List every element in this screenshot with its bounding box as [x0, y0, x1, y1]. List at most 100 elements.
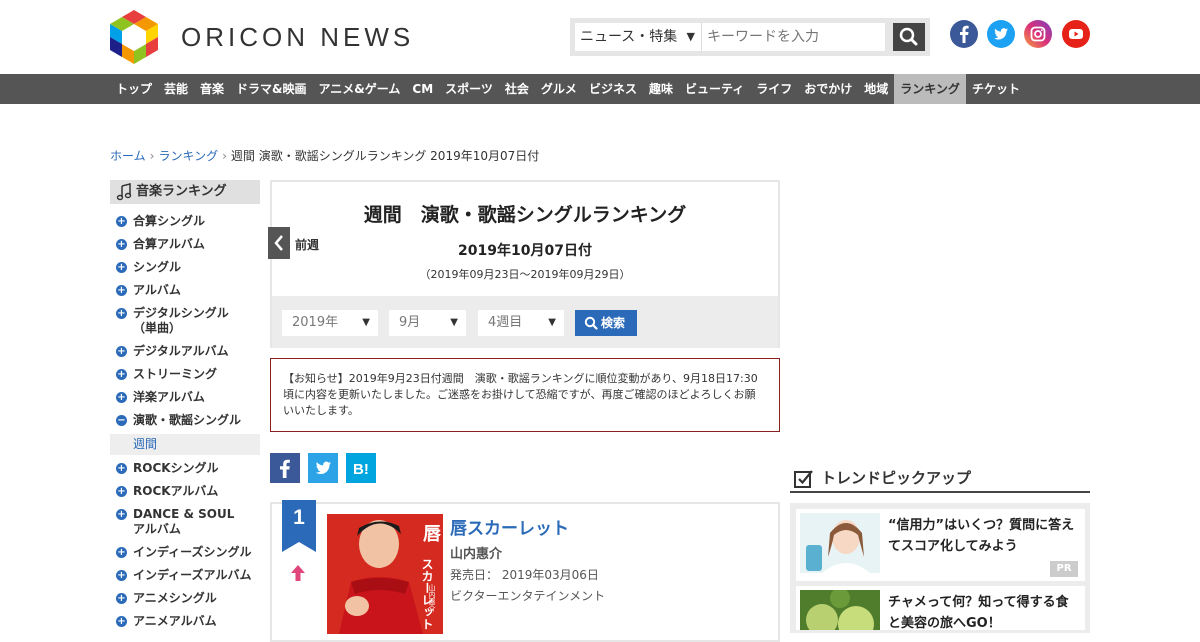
nav-item[interactable]: 趣味: [643, 74, 679, 104]
sidebar-item[interactable]: + デジタルアルバム: [110, 344, 260, 359]
nav-item[interactable]: ビジネス: [583, 74, 643, 104]
search-input[interactable]: [701, 23, 885, 51]
nav-item[interactable]: ランキング: [894, 74, 966, 104]
sidebar-item-label: アニメアルバム: [133, 614, 217, 628]
sidebar-item-label: アルバム: [133, 283, 181, 297]
checkbox-pen-icon: [794, 470, 813, 488]
release-date: 発売日： 2019年03月06日: [450, 568, 599, 582]
sidebar-item-label: インディーズシングル: [133, 545, 252, 559]
plus-circle-icon: +: [116, 486, 127, 497]
facebook-share-icon: [270, 453, 300, 483]
ranking-search-button[interactable]: 検索: [575, 310, 637, 336]
plus-circle-icon: +: [116, 239, 127, 250]
artist-name[interactable]: 山内惠介: [450, 543, 502, 562]
trend-item[interactable]: “信用力”はいくつ？質問に答えてスコア化してみよう PR: [796, 509, 1085, 581]
sidebar-item-label: ストリーミング: [133, 367, 218, 381]
nav-item[interactable]: スポーツ: [439, 74, 499, 104]
nav-item[interactable]: 芸能: [158, 74, 194, 104]
nav-item[interactable]: ライフ: [750, 74, 798, 104]
nav-item[interactable]: 社会: [499, 74, 535, 104]
ranking-header: 週間 演歌・歌謡シングルランキング 2019年10月07日付 （2019年09月…: [268, 180, 780, 348]
search-category-label: ニュース・特集: [580, 29, 678, 45]
search-icon: [899, 27, 918, 46]
sidebar-item[interactable]: + 合算シングル: [110, 214, 260, 229]
nav-item[interactable]: グルメ: [535, 74, 583, 104]
sidebar-item[interactable]: + デジタルシングル （単曲）: [110, 306, 260, 336]
sidebar-item[interactable]: + アニメアルバム: [110, 614, 260, 629]
notice-box: 【お知らせ】2019年9月23日付週間 演歌・歌謡ランキングに順位変動があり、9…: [270, 358, 780, 432]
year-select[interactable]: 2019年 ▼: [282, 310, 378, 336]
plus-circle-icon: +: [116, 285, 127, 296]
plus-circle-icon: +: [116, 369, 127, 380]
song-title-link[interactable]: 唇スカーレット: [450, 514, 569, 539]
sidebar-item[interactable]: + ストリーミング: [110, 367, 260, 382]
album-jacket-image[interactable]: 唇 スカーレット 山内惠介: [327, 514, 443, 634]
search-button[interactable]: [893, 23, 925, 51]
nav-item[interactable]: 地域: [858, 74, 894, 104]
trend-thumbnail: [800, 513, 880, 573]
prev-week-button[interactable]: [268, 227, 290, 259]
trend-heading: トレンドピックアップ: [790, 465, 1090, 493]
nav-item[interactable]: トップ: [110, 74, 158, 104]
plus-circle-icon: +: [116, 392, 127, 403]
nav-item[interactable]: 音楽: [194, 74, 230, 104]
brand-name[interactable]: ORICON NEWS: [181, 22, 414, 53]
month-select[interactable]: 9月 ▼: [389, 310, 466, 336]
week-value: 4週目: [488, 315, 523, 330]
plus-circle-icon: +: [116, 509, 127, 520]
facebook-icon: [950, 20, 978, 48]
trend-item[interactable]: チャメって何？知って得する食と美容の旅へGO！: [796, 586, 1085, 631]
year-value: 2019年: [292, 315, 339, 330]
plus-circle-icon: +: [116, 308, 127, 319]
sidebar-item-label: デジタルシングル （単曲）: [133, 306, 229, 335]
global-nav: トップ 芸能 音楽 ドラマ&映画 アニメ&ゲーム CM スポーツ 社会 グルメ ビジネス 趣味 ビュー…: [0, 74, 1200, 104]
hatena-share-button[interactable]: B!: [346, 453, 376, 483]
sidebar-item[interactable]: + ROCKアルバム: [110, 484, 260, 499]
sidebar-item[interactable]: + インディーズシングル: [110, 545, 260, 560]
twitter-share-button[interactable]: [308, 453, 338, 483]
pr-badge: PR: [1050, 561, 1078, 577]
plus-circle-icon: +: [116, 463, 127, 474]
trend-item-text: “信用力”はいくつ？質問に答えてスコア化してみよう: [888, 518, 1075, 554]
plus-circle-icon: +: [116, 570, 127, 581]
week-select[interactable]: 4週目 ▼: [478, 310, 564, 336]
nav-item[interactable]: チケット: [966, 74, 1026, 104]
sidebar-item[interactable]: + 洋楽アルバム: [110, 390, 260, 405]
twitter-link[interactable]: [987, 20, 1015, 48]
youtube-link[interactable]: [1062, 20, 1090, 48]
sidebar-item[interactable]: + シングル: [110, 260, 260, 275]
sidebar-item-label: DANCE & SOUL アルバム: [133, 507, 235, 536]
youtube-icon: [1062, 20, 1090, 48]
search-category-select[interactable]: ニュース・特集 ▼: [575, 23, 701, 51]
prev-week-label[interactable]: 前週: [295, 236, 319, 253]
facebook-link[interactable]: [950, 20, 978, 48]
nav-item[interactable]: CM: [406, 74, 439, 104]
trend-thumbnail: [800, 590, 880, 630]
breadcrumb-home[interactable]: ホーム: [110, 149, 146, 163]
sidebar-item[interactable]: + 合算アルバム: [110, 237, 260, 252]
sidebar-item[interactable]: + アルバム: [110, 283, 260, 298]
sidebar-item[interactable]: + ROCKシングル: [110, 461, 260, 476]
plus-circle-icon: +: [116, 216, 127, 227]
nav-item[interactable]: ドラマ&映画: [230, 74, 312, 104]
breadcrumb: ホーム › ランキング › 週間 演歌・歌謡シングルランキング 2019年10月07日付: [110, 147, 539, 164]
facebook-share-button[interactable]: [270, 453, 300, 483]
oricon-logo[interactable]: [110, 10, 158, 64]
sidebar-item[interactable]: − 演歌・歌謡シングル: [110, 413, 260, 428]
search-icon: [584, 316, 598, 330]
sidebar-item[interactable]: + インディーズアルバム: [110, 568, 260, 583]
breadcrumb-ranking[interactable]: ランキング: [158, 149, 218, 163]
nav-item[interactable]: アニメ&ゲーム: [313, 74, 407, 104]
instagram-link[interactable]: [1024, 20, 1052, 48]
nav-item[interactable]: おでかけ: [798, 74, 858, 104]
sidebar-item-label: 洋楽アルバム: [133, 390, 205, 404]
instagram-icon: [1024, 20, 1052, 48]
nav-item[interactable]: ビューティ: [679, 74, 750, 104]
sidebar-item[interactable]: + アニメシングル: [110, 591, 260, 606]
svg-text:B!: B!: [353, 461, 369, 478]
minus-circle-icon: −: [116, 415, 127, 426]
sidebar-item[interactable]: + DANCE & SOUL アルバム: [110, 507, 260, 537]
sidebar-subitem[interactable]: 週間: [110, 434, 260, 455]
record-label: ビクターエンタテインメント: [450, 589, 606, 603]
ranking-period: （2019年09月23日～2019年09月29日）: [419, 268, 631, 281]
